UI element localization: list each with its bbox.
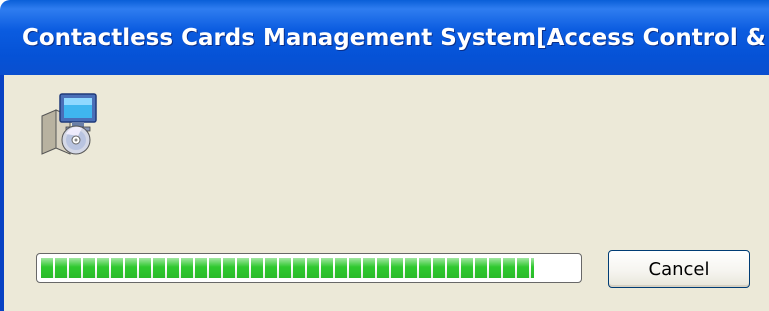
progress-bar	[36, 253, 582, 283]
window-title: Contactless Cards Management System[Acce…	[22, 25, 769, 51]
cancel-button[interactable]: Cancel	[608, 250, 750, 288]
title-bar[interactable]: Contactless Cards Management System[Acce…	[0, 0, 769, 75]
installer-window: Contactless Cards Management System[Acce…	[0, 0, 769, 311]
progress-fill	[41, 258, 535, 278]
progress-track	[41, 258, 577, 278]
installer-icon	[41, 93, 97, 155]
